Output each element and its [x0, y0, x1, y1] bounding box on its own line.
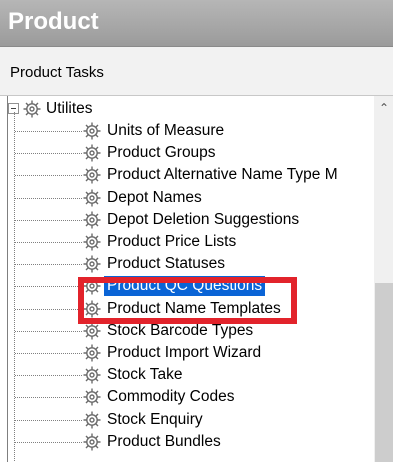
tree-connector — [15, 219, 82, 221]
tree-item-label: Product Import Wizard — [107, 344, 262, 361]
gear-icon — [83, 189, 101, 207]
tree-item[interactable]: Product Alternative Name Type M — [8, 164, 374, 186]
tree-connector — [15, 175, 82, 177]
gear-icon — [83, 433, 101, 451]
tree-item[interactable]: Product Statuses — [8, 253, 374, 275]
tree-connector — [15, 441, 82, 443]
tree-connector — [15, 153, 82, 155]
tree-item[interactable]: Units of Measure — [8, 120, 374, 142]
tree-item-label: Product Bundles — [107, 432, 221, 450]
tree-item-label: Units of Measure — [107, 122, 225, 139]
tree-item[interactable]: Depot Deletion Suggestions — [8, 209, 374, 231]
tree-root-utilites[interactable]: Utilites — [8, 98, 374, 120]
tree-item-label: Stock Take — [107, 366, 183, 384]
tree-item-label: Depot Names — [107, 188, 202, 206]
tree-connector — [15, 308, 82, 310]
tree-item-label: Product Price Lists — [107, 233, 237, 250]
gear-icon — [23, 100, 41, 118]
tree-item[interactable]: Product Groups — [8, 142, 374, 164]
window-title-bar: Product — [0, 0, 393, 47]
tree-connector — [15, 375, 82, 377]
tree-connector — [15, 264, 82, 266]
tree-connector — [15, 131, 82, 132]
tree-item[interactable]: Stock Enquiry — [8, 409, 374, 431]
gear-icon — [83, 144, 101, 162]
tree-item-label: Product Statuses — [107, 255, 226, 273]
panel-header: Product Tasks — [0, 47, 393, 96]
tree-item[interactable]: Product Import Wizard — [8, 342, 374, 364]
gear-icon — [83, 366, 101, 384]
tree-connector — [15, 286, 82, 288]
annotation-highlight-box — [78, 277, 297, 324]
tree-connector — [15, 197, 82, 199]
gear-icon — [83, 388, 101, 406]
gear-icon — [83, 255, 101, 273]
gear-icon — [83, 233, 101, 251]
tree-connector — [15, 353, 82, 354]
gear-icon — [83, 122, 101, 140]
scroll-up-arrow-icon[interactable]: ⌃ — [374, 100, 393, 116]
tree-item[interactable]: Product Bundles — [8, 431, 374, 453]
tree-item-label: Product Groups — [107, 144, 216, 162]
tree-connector — [15, 397, 82, 399]
gear-icon — [83, 411, 101, 429]
gear-icon — [83, 211, 101, 229]
tree-item[interactable]: Product Price Lists — [8, 231, 374, 253]
tree-item-label: Commodity Codes — [107, 388, 235, 406]
vertical-scrollbar[interactable]: ⌃ — [374, 96, 393, 462]
tree-item-label: Depot Deletion Suggestions — [107, 210, 300, 228]
gear-icon — [83, 344, 101, 362]
gear-icon — [83, 166, 101, 184]
tree-item[interactable]: Stock Take — [8, 364, 374, 386]
tree-connector — [15, 330, 82, 332]
tree-item[interactable]: Depot Names — [8, 187, 374, 209]
tree-connector — [15, 242, 82, 243]
scroll-thumb[interactable] — [375, 283, 393, 462]
tree-connector — [15, 419, 82, 421]
window-title: Product — [8, 8, 99, 35]
tree-item[interactable]: Commodity Codes — [8, 386, 374, 408]
panel-header-label: Product Tasks — [10, 64, 104, 81]
tree-item-label: Stock Enquiry — [107, 410, 203, 428]
tree-root-label: Utilites — [46, 100, 93, 117]
tree-item-label: Product Alternative Name Type M — [107, 166, 338, 184]
